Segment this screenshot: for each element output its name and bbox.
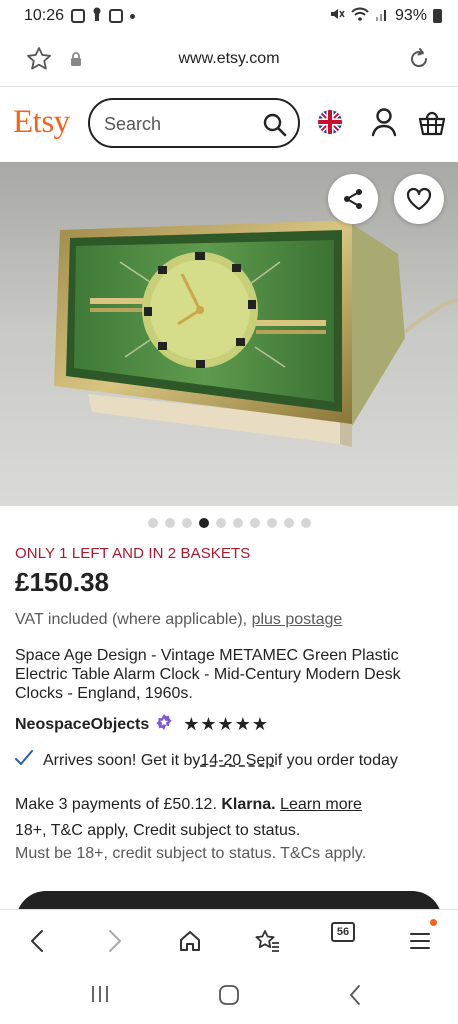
menu-icon[interactable] — [405, 926, 435, 956]
clock-time: 10:26 — [24, 7, 65, 24]
vat-text: VAT included (where applicable), plus po… — [15, 611, 342, 629]
url-text[interactable]: www.etsy.com — [0, 50, 458, 68]
favorite-button[interactable] — [394, 174, 444, 224]
system-nav-bar — [0, 970, 458, 1024]
carousel-dots — [0, 518, 458, 528]
product-image[interactable] — [0, 162, 458, 506]
delivery-dates[interactable]: 14-20 Sep — [200, 752, 274, 770]
vat-label: VAT included (where applicable), — [15, 611, 252, 628]
more-notifications-dot — [130, 13, 136, 19]
recents-icon[interactable] — [90, 984, 110, 1009]
home-icon[interactable] — [175, 926, 205, 956]
postage-link[interactable]: plus postage — [252, 611, 343, 628]
terms-line-2: Must be 18+, credit subject to status. T… — [15, 845, 367, 862]
shop-name[interactable]: NeospaceObjects — [15, 716, 149, 734]
stock-text: ONLY 1 LEFT AND IN 2 BASKETS — [15, 545, 251, 562]
carousel-dot[interactable] — [266, 518, 277, 528]
gallery-notification-icon — [71, 9, 86, 23]
carousel-dot[interactable] — [232, 518, 243, 528]
status-bar: 10:26 93% — [0, 0, 458, 32]
reload-icon[interactable] — [406, 46, 432, 77]
carousel-dot[interactable] — [283, 518, 294, 528]
home-circle-icon[interactable] — [218, 984, 240, 1011]
mute-icon — [329, 6, 345, 27]
klarna-payments: Make 3 payments of £50.12. Klarna. Learn… — [15, 796, 362, 814]
wifi-icon — [351, 7, 369, 26]
carousel-dot[interactable] — [249, 518, 260, 528]
browser-url-bar: www.etsy.com — [0, 32, 458, 87]
battery-icon — [433, 9, 442, 23]
price: £150.38 — [15, 567, 109, 597]
carousel-dot[interactable] — [164, 518, 175, 528]
heart-icon — [406, 187, 432, 211]
keyhole-notification-icon — [92, 7, 102, 26]
carousel-dot[interactable] — [198, 518, 209, 528]
carousel-dot[interactable] — [181, 518, 192, 528]
checkmark-icon — [15, 750, 33, 771]
delivery-row: Arrives soon! Get it by 14-20 Sep if you… — [15, 750, 398, 771]
delivery-suffix: if you order today — [274, 751, 398, 769]
basket-icon[interactable] — [418, 107, 446, 142]
clock-photo — [0, 162, 458, 506]
share-button[interactable] — [328, 174, 378, 224]
carousel-dot[interactable] — [147, 518, 158, 528]
payments-text: Make 3 payments of £50.12. — [15, 796, 222, 813]
browser-bottom-nav — [0, 909, 458, 969]
tabs-icon[interactable]: 56 — [331, 922, 355, 942]
star-seller-badge-icon — [155, 713, 173, 736]
listing-title: Space Age Design - Vintage METAMEC Green… — [15, 647, 401, 702]
klarna-logo: Klarna. — [221, 796, 276, 813]
learn-more-link[interactable]: Learn more — [280, 796, 362, 813]
app-notification-icon — [109, 9, 124, 23]
search-placeholder: Search — [104, 114, 162, 134]
user-icon[interactable] — [370, 107, 398, 142]
rating-stars: ★★★★★ — [183, 714, 269, 734]
shop-row: NeospaceObjects ★★★★★ — [15, 713, 269, 736]
delivery-prefix: Arrives soon! Get it by — [43, 751, 201, 769]
etsy-logo[interactable]: Etsy — [13, 104, 70, 141]
battery-percent: 93% — [394, 7, 427, 24]
system-back-icon[interactable] — [348, 984, 362, 1011]
terms-line-1: 18+, T&C apply, Credit subject to status… — [15, 822, 301, 839]
search-input[interactable]: Search — [88, 98, 300, 148]
back-icon[interactable] — [22, 926, 52, 956]
bookmarks-icon[interactable] — [252, 926, 282, 956]
menu-notification-dot — [430, 919, 437, 926]
carousel-dot[interactable] — [215, 518, 226, 528]
signal-icon — [375, 7, 389, 26]
share-icon — [344, 189, 362, 209]
carousel-dot[interactable] — [300, 518, 311, 528]
uk-flag-icon[interactable] — [318, 110, 342, 139]
search-icon[interactable] — [262, 112, 288, 143]
forward-icon[interactable] — [100, 926, 130, 956]
